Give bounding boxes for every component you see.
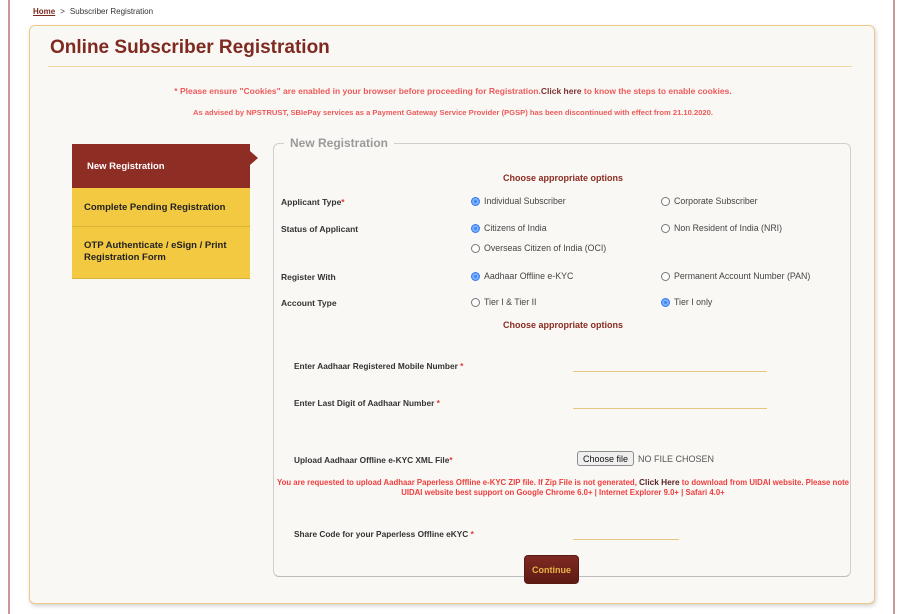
continue-button[interactable]: Continue <box>524 555 579 584</box>
share-code-input[interactable] <box>573 526 679 540</box>
upload-instructions: You are requested to upload Aadhaar Pape… <box>274 477 852 498</box>
required-mark: * <box>470 529 474 539</box>
radio-label: Individual Subscriber <box>484 196 566 206</box>
radio-corporate-subscriber[interactable]: Corporate Subscriber <box>661 196 758 206</box>
cookies-help-link[interactable]: Click here <box>541 86 582 96</box>
upload-xml-label-text: Upload Aadhaar Offline e-KYC XML File <box>294 455 450 465</box>
radio-citizens-of-india[interactable]: Citizens of India <box>471 223 547 233</box>
register-with-label: Register With <box>281 272 336 282</box>
status-of-applicant-label: Status of Applicant <box>281 224 359 234</box>
account-type-label: Account Type <box>281 298 337 308</box>
radio-oci[interactable]: Overseas Citizen of India (OCI) <box>471 243 606 253</box>
applicant-type-label-text: Applicant Type <box>281 197 342 207</box>
breadcrumb-current: Subscriber Registration <box>69 7 154 16</box>
page-frame: Home > Subscriber Registration Online Subs… <box>8 0 895 614</box>
radio-checked-icon <box>471 223 480 233</box>
required-mark: * <box>449 455 453 465</box>
page-title: Online Subscriber Registration <box>50 37 330 58</box>
cookies-notice-text: * Please ensure "Cookies" are enabled in… <box>174 86 541 96</box>
cookies-notice-suffix: to know the steps to enable cookies. <box>581 86 732 96</box>
radio-label: Tier I only <box>674 297 713 307</box>
pgsp-notice: As advised by NPSTRUST, SBIePay services… <box>193 108 713 117</box>
radio-unchecked-icon <box>661 223 670 233</box>
mobile-number-input[interactable] <box>573 358 767 372</box>
file-status-text: NO FILE CHOSEN <box>638 453 715 464</box>
file-upload-control: Choose file NO FILE CHOSEN <box>577 451 714 466</box>
radio-nri[interactable]: Non Resident of India (NRI) <box>661 223 782 233</box>
sidebar-item-label: OTP Authenticate / eSign / Print Registr… <box>84 240 227 263</box>
radio-checked-icon <box>471 196 480 206</box>
required-mark: * <box>341 197 345 207</box>
breadcrumb-home-link[interactable]: Home <box>33 7 55 16</box>
required-mark: * <box>460 361 464 371</box>
options-subheading: Choose appropriate options <box>502 173 623 183</box>
mobile-number-label-text: Enter Aadhaar Registered Mobile Number <box>294 361 461 371</box>
sidebar-item-label: New Registration <box>87 160 165 172</box>
radio-checked-icon <box>471 271 480 281</box>
radio-pan[interactable]: Permanent Account Number (PAN) <box>661 271 810 281</box>
radio-label: Citizens of India <box>484 223 547 233</box>
radio-unchecked-icon <box>661 196 670 206</box>
aadhaar-last-digit-input[interactable] <box>573 395 767 409</box>
breadcrumb: Home > Subscriber Registration <box>33 7 153 16</box>
radio-unchecked-icon <box>661 271 670 281</box>
radio-aadhaar-offline-ekyc[interactable]: Aadhaar Offline e-KYC <box>471 271 573 281</box>
share-code-label-text: Share Code for your Paperless Offline eK… <box>294 529 471 539</box>
choose-file-button[interactable]: Choose file <box>577 451 635 466</box>
radio-label: Non Resident of India (NRI) <box>674 223 783 233</box>
required-mark: * <box>436 398 440 408</box>
aadhaar-last-digit-label: Enter Last Digit of Aadhaar Number * <box>294 398 440 408</box>
registration-card: Online Subscriber Registration * Please … <box>29 25 875 604</box>
fieldset-legend: New Registration <box>284 136 395 150</box>
sidebar-item-new-registration[interactable]: New Registration <box>72 144 258 188</box>
new-registration-fieldset: New Registration Choose appropriate opti… <box>273 136 852 584</box>
share-code-label: Share Code for your Paperless Offline eK… <box>294 529 474 539</box>
radio-label: Tier I & Tier II <box>484 297 537 307</box>
aadhaar-last-digit-label-text: Enter Last Digit of Aadhaar Number <box>294 398 437 408</box>
sidebar-item-label: Complete Pending Registration <box>84 201 226 213</box>
radio-checked-icon <box>661 297 670 307</box>
cookies-notice: * Please ensure "Cookies" are enabled in… <box>30 86 876 96</box>
radio-label: Overseas Citizen of India (OCI) <box>484 243 607 253</box>
radio-tier-1-and-2[interactable]: Tier I & Tier II <box>471 297 536 307</box>
radio-individual-subscriber[interactable]: Individual Subscriber <box>471 196 566 206</box>
radio-unchecked-icon <box>471 243 480 253</box>
upload-note-text: You are requested to upload Aadhaar Pape… <box>276 478 640 487</box>
uidai-download-link[interactable]: Click Here <box>639 477 680 487</box>
mobile-number-label: Enter Aadhaar Registered Mobile Number * <box>294 361 463 371</box>
title-divider <box>48 66 852 67</box>
upload-xml-label: Upload Aadhaar Offline e-KYC XML File* <box>294 455 453 465</box>
radio-label: Aadhaar Offline e-KYC <box>484 271 574 281</box>
radio-label: Permanent Account Number (PAN) <box>674 271 811 281</box>
radio-tier-1-only[interactable]: Tier I only <box>661 297 712 307</box>
breadcrumb-separator: > <box>60 7 65 16</box>
radio-label: Corporate Subscriber <box>674 196 758 206</box>
sidebar-tabs: New Registration Complete Pending Regist… <box>72 144 258 279</box>
options-subheading-2: Choose appropriate options <box>502 320 623 330</box>
sidebar-item-otp-esign-print[interactable]: OTP Authenticate / eSign / Print Registr… <box>72 227 250 279</box>
sidebar-item-complete-pending[interactable]: Complete Pending Registration <box>72 188 250 227</box>
applicant-type-label: Applicant Type* <box>281 197 345 207</box>
radio-unchecked-icon <box>471 297 480 307</box>
